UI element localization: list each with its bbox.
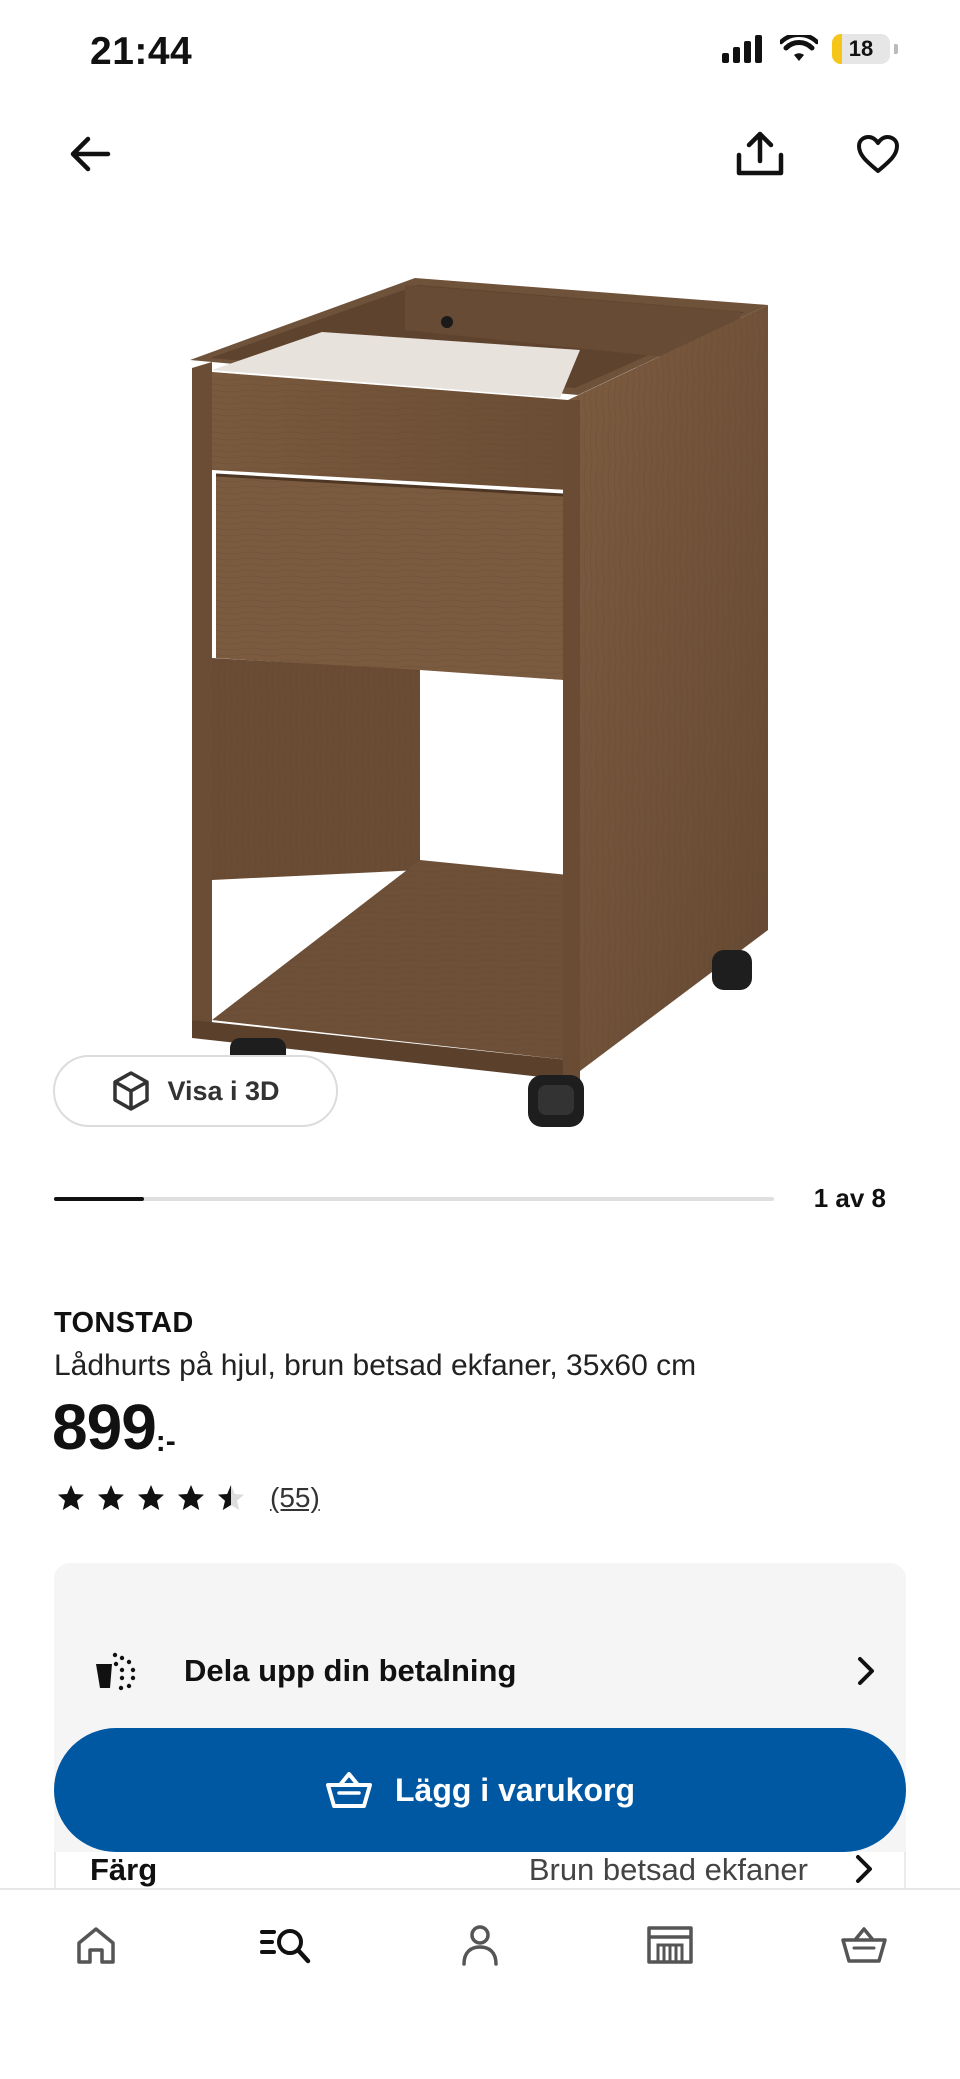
installment-icon: [96, 1652, 136, 1691]
gallery-progress-fill: [54, 1197, 144, 1201]
star-icon: [98, 1485, 124, 1510]
back-button[interactable]: [60, 124, 120, 184]
chevron-right-icon: [856, 1855, 872, 1883]
cube-3d-icon: [113, 1071, 150, 1111]
product-price: 899 :-: [52, 1395, 176, 1459]
price-amount: 899: [52, 1391, 157, 1463]
share-icon: [736, 131, 784, 176]
product-image[interactable]: [0, 190, 960, 1150]
star-icon: [178, 1485, 204, 1510]
favorite-button[interactable]: [848, 124, 908, 184]
add-to-cart-label: Lägg i varukorg: [394, 1771, 636, 1808]
share-button[interactable]: [730, 124, 790, 184]
wifi-icon: [780, 35, 818, 61]
gallery-counter: 1 av 8: [813, 1183, 886, 1213]
star-icon: [218, 1485, 244, 1510]
product-description: Lådhurts på hjul, brun betsad ekfaner, 3…: [54, 1349, 697, 1382]
battery-level: 18: [848, 36, 874, 61]
payment-row[interactable]: Dela upp din betalning: [54, 1630, 906, 1712]
view-in-3d-button[interactable]: Visa i 3D: [53, 1055, 338, 1127]
battery-nub: [894, 44, 898, 54]
view-in-3d-label: Visa i 3D: [167, 1075, 280, 1106]
tab-stores[interactable]: [640, 1915, 700, 1975]
status-indicators: 18: [722, 34, 898, 64]
tab-search[interactable]: [256, 1915, 316, 1975]
store-icon: [647, 1926, 693, 1964]
profile-icon: [462, 1925, 498, 1966]
tab-cart[interactable]: [834, 1915, 894, 1975]
star-icon: [58, 1485, 84, 1510]
status-time: 21:44: [90, 30, 193, 73]
review-count-link[interactable]: (55): [270, 1482, 320, 1514]
heart-icon: [857, 135, 899, 173]
rating-stars: [54, 1483, 248, 1513]
tab-home[interactable]: [66, 1915, 126, 1975]
arrow-left-icon: [70, 136, 111, 172]
star-icon: [138, 1485, 164, 1510]
signal-icon: [722, 35, 762, 63]
add-to-cart-button[interactable]: Lägg i varukorg: [54, 1728, 906, 1852]
chevron-right-icon: [858, 1657, 874, 1685]
battery-indicator: 18: [832, 34, 890, 64]
search-icon: [260, 1929, 311, 1964]
payment-label: Dela upp din betalning: [184, 1653, 517, 1688]
tab-profile[interactable]: [450, 1915, 510, 1975]
product-brand: TONSTAD: [54, 1307, 194, 1339]
home-icon: [77, 1927, 115, 1964]
gallery-progress: [54, 1197, 774, 1201]
price-suffix: :-: [155, 1425, 176, 1458]
color-value: Brun betsad ekfaner: [528, 1852, 808, 1887]
product-rating[interactable]: (55): [54, 1482, 320, 1514]
cart-icon: [325, 1772, 372, 1808]
cart-icon: [841, 1927, 887, 1963]
color-label: Färg: [90, 1852, 158, 1887]
